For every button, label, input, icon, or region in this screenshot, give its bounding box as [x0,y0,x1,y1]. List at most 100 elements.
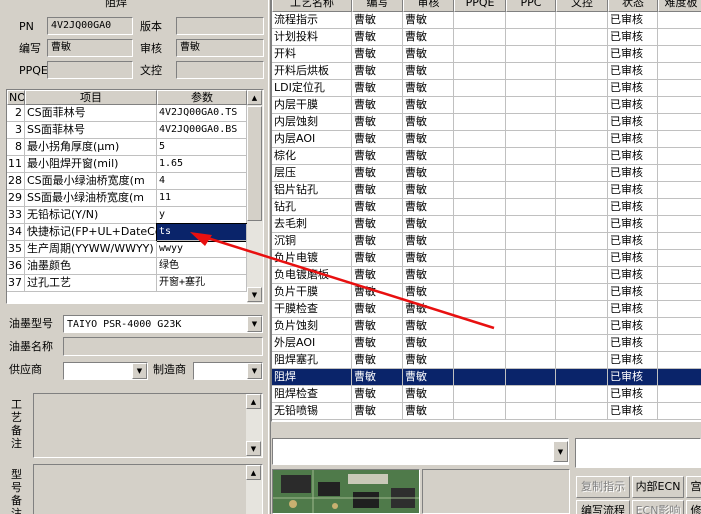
cell-status: 已审核 [608,182,658,199]
header-author[interactable]: 编写 [352,0,403,12]
chevron-down-icon[interactable]: ▼ [132,363,147,379]
table-row[interactable]: 钻孔 曹敏 曹敏 已审核 [272,199,701,216]
cell-author: 曹敏 [352,233,403,250]
process-note-scrollbar[interactable]: ▲ ▼ [246,394,262,457]
header-ppqe[interactable]: PPQE [454,0,506,12]
model-note-textarea[interactable]: ▲ [33,464,263,514]
cell-doc-control [556,233,608,250]
header-value[interactable]: 参数 [157,90,247,105]
table-row[interactable]: 33 无铅标记(Y/N) y [7,207,247,224]
table-row[interactable]: 外层AOI 曹敏 曹敏 已审核 [272,335,701,352]
table-row[interactable]: LDI定位孔 曹敏 曹敏 已审核 [272,80,701,97]
ppqe-field[interactable] [47,61,133,79]
row-value[interactable]: y [157,207,247,224]
scroll-up-icon[interactable]: ▲ [246,465,261,480]
header-item[interactable]: 项目 [25,90,157,105]
row-value[interactable]: 绿色 [157,258,247,275]
table-row[interactable]: 34 快捷标记(FP+UL+DateCo ts [7,223,248,242]
table-row[interactable]: 计划投料 曹敏 曹敏 已审核 [272,29,701,46]
header-process-name[interactable]: 工艺名称 [272,0,352,12]
table-row[interactable]: 11 最小阻焊开窗(mil) 1.65 [7,156,247,173]
table-row[interactable]: 3 SS面菲林号 4V2JQ00GA0.BS [7,122,247,139]
ecn-impact-button[interactable]: ECN影响 [632,500,684,514]
process-combo[interactable]: ▼ [272,438,569,465]
table-row[interactable]: 负片干膜 曹敏 曹敏 已审核 [272,284,701,301]
table-row[interactable]: 层压 曹敏 曹敏 已审核 [272,165,701,182]
cell-reviewer: 曹敏 [403,386,454,403]
table-row[interactable]: 36 油墨颜色 绿色 [7,258,247,275]
scroll-thumb[interactable] [247,106,262,221]
header-ppc[interactable]: PPC [506,0,556,12]
table-row[interactable]: 内层AOI 曹敏 曹敏 已审核 [272,131,701,148]
header-reviewer[interactable]: 审核 [403,0,454,12]
table-row[interactable]: 阻焊检查 曹敏 曹敏 已审核 [272,386,701,403]
cell-reviewer: 曹敏 [403,148,454,165]
doc-control-field[interactable] [176,61,264,79]
cell-reviewer: 曹敏 [403,318,454,335]
table-row[interactable]: 负片蚀刻 曹敏 曹敏 已审核 [272,318,701,335]
reviewer-field[interactable]: 曹敏 [176,39,264,57]
row-value[interactable]: 11 [157,190,247,207]
internal-ecn-button[interactable]: 内部ECN [632,476,684,498]
row-value[interactable]: 4V2JQ00GA0.BS [157,122,247,139]
copy-instruction-button[interactable]: 复制指示 [576,476,630,498]
table-row[interactable]: 干膜检查 曹敏 曹敏 已审核 [272,301,701,318]
row-value-editor[interactable]: ts [156,223,248,242]
table-row[interactable]: 棕化 曹敏 曹敏 已审核 [272,148,701,165]
scroll-down-icon[interactable]: ▼ [247,287,262,302]
cell-difficulty [658,369,701,386]
table-row[interactable]: 开料后烘板 曹敏 曹敏 已审核 [272,63,701,80]
table-row[interactable]: 去毛刺 曹敏 曹敏 已审核 [272,216,701,233]
author-field[interactable]: 曹敏 [47,39,133,57]
pn-field[interactable]: 4V2JQ00GA0 [47,17,133,35]
table-row[interactable]: 35 生产周期(YYWW/WWYY) wwyy [7,241,247,258]
maker-select[interactable]: ▼ [193,362,263,380]
header-doc-control[interactable]: 文控 [556,0,608,12]
table-row[interactable]: 2 CS面菲林号 4V2JQ00GA0.TS [7,105,247,122]
cut-button-4[interactable]: 修 [686,500,701,514]
chevron-down-icon[interactable]: ▼ [553,441,568,462]
table-row[interactable]: 负片电镀 曹敏 曹敏 已审核 [272,250,701,267]
params-scrollbar[interactable]: ▲ ▼ [247,90,263,303]
table-row[interactable]: 阻焊 曹敏 曹敏 已审核 [272,369,701,386]
row-value[interactable]: 开窗+塞孔 [157,275,247,292]
chevron-down-icon[interactable]: ▼ [247,363,262,379]
table-row[interactable]: 开料 曹敏 曹敏 已审核 [272,46,701,63]
table-row[interactable]: 流程指示 曹敏 曹敏 已审核 [272,12,701,29]
row-value[interactable]: wwyy [157,241,247,258]
table-row[interactable]: 37 过孔工艺 开窗+塞孔 [7,275,247,292]
scroll-down-icon[interactable]: ▼ [246,441,261,456]
process-note-textarea[interactable]: ▲ ▼ [33,393,263,458]
table-row[interactable]: 内层蚀刻 曹敏 曹敏 已审核 [272,114,701,131]
right-text-field[interactable] [575,438,701,468]
table-row[interactable]: 无铅喷锡 曹敏 曹敏 已审核 [272,403,701,420]
edit-process-button[interactable]: 编写流程 [576,500,630,514]
table-row[interactable]: 8 最小拐角厚度(μm) 5 [7,139,247,156]
header-no[interactable]: NO [7,90,25,105]
row-value[interactable]: 4V2JQ00GA0.TS [157,105,247,122]
row-value[interactable]: 5 [157,139,247,156]
version-field[interactable] [176,17,264,35]
table-row[interactable]: 铝片钻孔 曹敏 曹敏 已审核 [272,182,701,199]
row-value[interactable]: 1.65 [157,156,247,173]
table-row[interactable]: 阻焊塞孔 曹敏 曹敏 已审核 [272,352,701,369]
table-row[interactable]: 内层干膜 曹敏 曹敏 已审核 [272,97,701,114]
cell-ppqe [454,12,506,29]
header-status[interactable]: 状态 [608,0,658,12]
ink-type-select[interactable]: TAIYO PSR-4000 G23K ▼ [63,315,263,333]
supplier-select[interactable]: ▼ [63,362,148,380]
scroll-up-icon[interactable]: ▲ [247,90,262,105]
table-row[interactable]: 29 SS面最小绿油桥宽度(m 11 [7,190,247,207]
ink-name-field[interactable] [63,337,263,356]
cell-status: 已审核 [608,335,658,352]
table-row[interactable]: 沉铜 曹敏 曹敏 已审核 [272,233,701,250]
scroll-up-icon[interactable]: ▲ [246,394,261,409]
model-note-scrollbar[interactable]: ▲ [246,465,262,514]
chevron-down-icon[interactable]: ▼ [247,316,262,332]
row-value[interactable]: 4 [157,173,247,190]
table-row[interactable]: 28 CS面最小绿油桥宽度(m 4 [7,173,247,190]
header-difficulty[interactable]: 难度板 [658,0,701,12]
table-row[interactable]: 负电镀磨板 曹敏 曹敏 已审核 [272,267,701,284]
cut-button-3[interactable]: 宫 [686,476,701,498]
cell-author: 曹敏 [352,386,403,403]
